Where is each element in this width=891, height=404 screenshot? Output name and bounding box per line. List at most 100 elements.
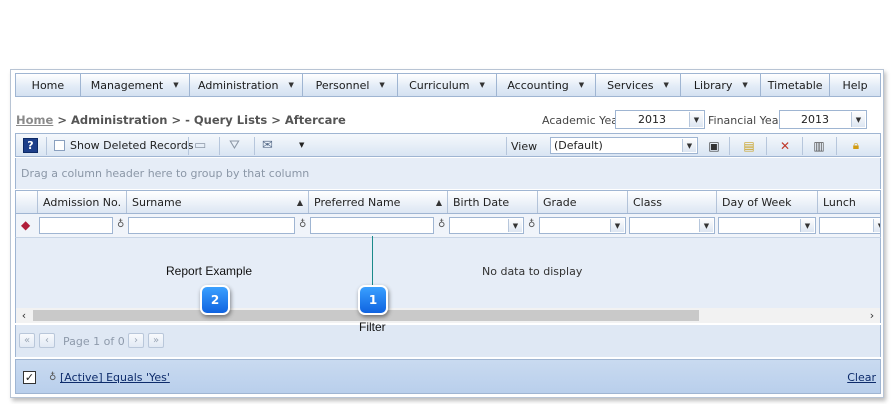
- financial-year-value: 2013: [801, 113, 829, 126]
- chevron-down-icon: ▼: [288, 81, 294, 89]
- show-deleted-checkbox[interactable]: [54, 139, 65, 151]
- scroll-right-icon[interactable]: ›: [865, 308, 879, 323]
- menu-help[interactable]: Help: [830, 74, 880, 96]
- toolbar-separator: [219, 137, 220, 155]
- chevron-down-icon[interactable]: ▼: [873, 219, 880, 232]
- filter-icon[interactable]: ⛛: [229, 137, 240, 153]
- clear-filter-link[interactable]: Clear: [847, 371, 876, 384]
- chevron-down-icon[interactable]: ▼: [682, 139, 696, 152]
- menu-personnel[interactable]: Personnel ▼: [303, 74, 399, 96]
- callout-label-filter: Filter: [359, 320, 386, 334]
- toolbar-separator: [802, 137, 803, 155]
- chevron-down-icon[interactable]: ▼: [851, 112, 865, 127]
- column-header-label: Grade: [543, 195, 577, 209]
- grid-header: Admission No. Surname ▲ Preferred Name ▲ B…: [15, 190, 881, 214]
- main-menu-bar: Home Management ▼ Administration ▼ Personn…: [15, 73, 881, 97]
- delete-view-icon[interactable]: ✕: [777, 138, 793, 153]
- last-page-button[interactable]: »: [148, 333, 164, 348]
- chevron-down-icon[interactable]: ▼: [689, 112, 703, 127]
- column-header-class[interactable]: Class: [628, 191, 717, 213]
- callout-badge-2: 2: [200, 285, 230, 315]
- menu-label: Help: [842, 78, 868, 92]
- help-button[interactable]: ?: [23, 137, 38, 153]
- breadcrumb: Home > Administration > - Query Lists > …: [16, 113, 346, 127]
- filter-surname-input[interactable]: [128, 217, 295, 234]
- scroll-left-icon[interactable]: ‹: [17, 308, 31, 323]
- filter-preferred-name-input[interactable]: [310, 217, 434, 234]
- group-by-hint: Drag a column header here to group by th…: [21, 167, 310, 180]
- filter-day-of-week-input[interactable]: ▼: [718, 217, 816, 234]
- column-header-day-of-week[interactable]: Day of Week: [717, 191, 818, 213]
- main-window: Home Management ▼ Administration ▼ Personn…: [10, 69, 884, 398]
- filter-pin-icon[interactable]: ♁: [528, 219, 535, 230]
- financial-year-select[interactable]: 2013 ▼: [779, 110, 867, 129]
- toolbar-separator: [766, 137, 767, 155]
- menu-label: Management: [90, 78, 164, 92]
- menu-management[interactable]: Management ▼: [81, 74, 190, 96]
- lock-icon[interactable]: 🔒︎: [848, 138, 864, 153]
- breadcrumb-path: > Administration > - Query Lists > After…: [53, 113, 346, 127]
- save-icon[interactable]: ▣: [706, 138, 722, 153]
- filter-class-input[interactable]: ▼: [629, 217, 715, 234]
- academic-year-select[interactable]: 2013 ▼: [615, 110, 705, 129]
- clear-filter-icon[interactable]: ◆: [21, 218, 30, 232]
- filter-pin-icon[interactable]: ♁: [117, 219, 124, 230]
- column-header-preferred-name[interactable]: Preferred Name ▲: [309, 191, 448, 213]
- show-deleted-label: Show Deleted Records: [70, 138, 194, 152]
- chevron-down-icon: ▼: [578, 81, 585, 89]
- breadcrumb-home-link[interactable]: Home: [16, 113, 53, 127]
- active-filter-link[interactable]: [Active] Equals 'Yes': [60, 371, 170, 384]
- chevron-down-icon: ▼: [663, 81, 669, 89]
- new-view-icon[interactable]: ▤: [741, 138, 757, 153]
- menu-services[interactable]: Services ▼: [596, 74, 682, 96]
- chevron-down-icon[interactable]: ▼: [508, 219, 522, 232]
- menu-label: Services: [607, 78, 654, 92]
- horizontal-scrollbar[interactable]: ‹ ›: [15, 308, 881, 323]
- chevron-down-icon[interactable]: ▼: [800, 219, 814, 232]
- column-header-grade[interactable]: Grade: [538, 191, 628, 213]
- chevron-down-icon[interactable]: ▼: [610, 219, 624, 232]
- columns-icon[interactable]: ▭: [194, 137, 206, 153]
- next-page-button[interactable]: ›: [128, 333, 144, 348]
- filter-pin-icon[interactable]: ♁: [438, 219, 445, 230]
- callout-connector-line: [372, 236, 373, 288]
- help-icon: ?: [23, 137, 38, 153]
- export-icon[interactable]: ✉: [262, 137, 273, 153]
- show-deleted-toggle[interactable]: Show Deleted Records: [54, 137, 194, 153]
- active-filter-checkbox[interactable]: ✓: [23, 371, 36, 384]
- menu-curriculum[interactable]: Curriculum ▼: [398, 74, 497, 96]
- filter-row: ◆ ♁ ♁ ♁ ▼ ♁ ▼ ▼ ▼ ▼: [15, 214, 881, 238]
- column-header-label: Birth Date: [453, 195, 510, 209]
- filter-lunch-input[interactable]: ▼: [819, 217, 880, 234]
- menu-accounting[interactable]: Accounting ▼: [497, 74, 596, 96]
- view-select[interactable]: (Default) ▼: [550, 137, 698, 154]
- column-header-label: Surname: [132, 195, 182, 209]
- chevron-down-icon[interactable]: ▼: [299, 137, 304, 153]
- first-page-button[interactable]: «: [19, 333, 35, 348]
- filter-admission-no-input[interactable]: [39, 217, 113, 234]
- toolbar-separator: [506, 137, 507, 155]
- academic-year-value: 2013: [638, 113, 666, 126]
- column-header-admission-no[interactable]: Admission No.: [38, 191, 127, 213]
- chevron-down-icon: ▼: [173, 81, 179, 89]
- menu-library[interactable]: Library ▼: [681, 74, 762, 96]
- filter-pin-icon[interactable]: ♁: [299, 219, 306, 230]
- chevron-down-icon: ▼: [742, 81, 748, 89]
- menu-home[interactable]: Home: [16, 74, 81, 96]
- menu-administration[interactable]: Administration ▼: [190, 74, 304, 96]
- column-header-label: Day of Week: [722, 195, 792, 209]
- filter-grade-input[interactable]: ▼: [539, 217, 626, 234]
- column-header-label: Class: [633, 195, 662, 209]
- group-by-panel[interactable]: Drag a column header here to group by th…: [15, 158, 881, 189]
- column-header-label: Lunch: [823, 195, 856, 209]
- menu-label: Personnel: [315, 78, 370, 92]
- menu-timetable[interactable]: Timetable: [761, 74, 831, 96]
- column-header-surname[interactable]: Surname ▲: [127, 191, 309, 213]
- column-header-birth-date[interactable]: Birth Date: [448, 191, 538, 213]
- chevron-down-icon[interactable]: ▼: [699, 219, 713, 232]
- layout-icon[interactable]: ▥: [811, 138, 827, 153]
- chevron-down-icon: ▼: [479, 81, 485, 89]
- column-header-lunch[interactable]: Lunch: [818, 191, 880, 213]
- previous-page-button[interactable]: ‹: [39, 333, 55, 348]
- filter-birth-date-input[interactable]: ▼: [449, 217, 524, 234]
